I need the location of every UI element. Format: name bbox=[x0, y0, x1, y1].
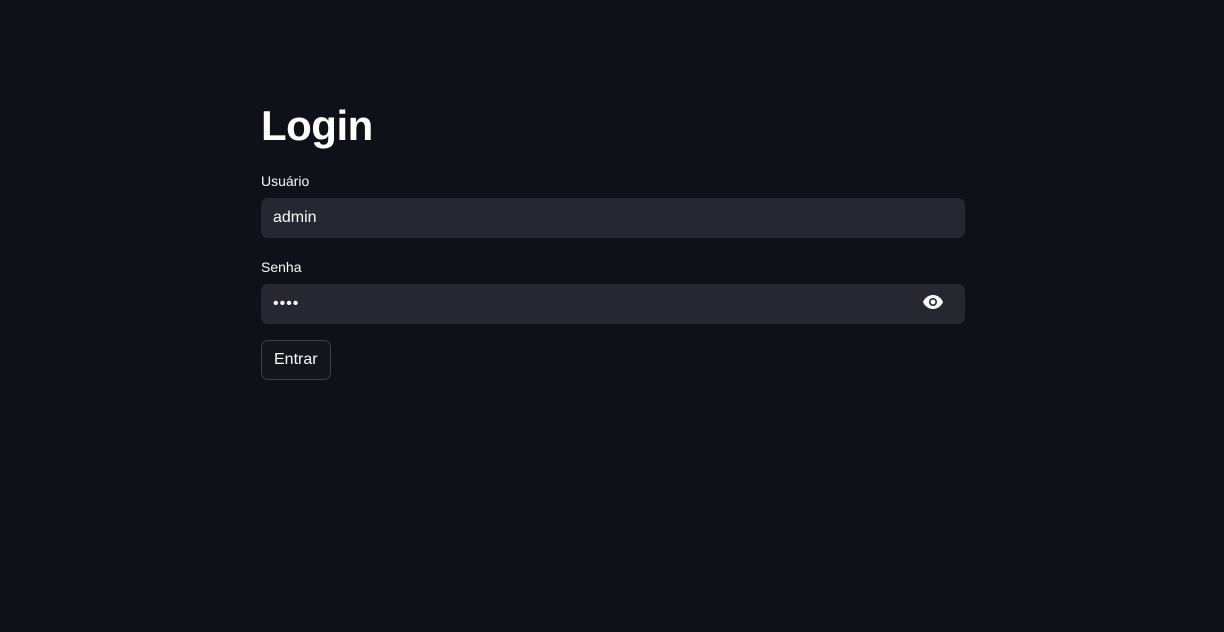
login-button[interactable]: Entrar bbox=[261, 340, 331, 380]
password-input[interactable] bbox=[261, 284, 965, 324]
password-label: Senha bbox=[261, 259, 302, 275]
app-root: Login Usuário Senha Entrar bbox=[0, 0, 1224, 632]
page-title: Login bbox=[261, 102, 373, 149]
password-field-container bbox=[261, 284, 965, 324]
username-input[interactable] bbox=[261, 198, 965, 238]
eye-icon bbox=[923, 294, 943, 314]
username-field-container bbox=[261, 198, 965, 238]
username-label: Usuário bbox=[261, 173, 310, 189]
login-form: Login Usuário Senha Entrar bbox=[261, 100, 965, 380]
show-password-button[interactable] bbox=[913, 284, 953, 324]
